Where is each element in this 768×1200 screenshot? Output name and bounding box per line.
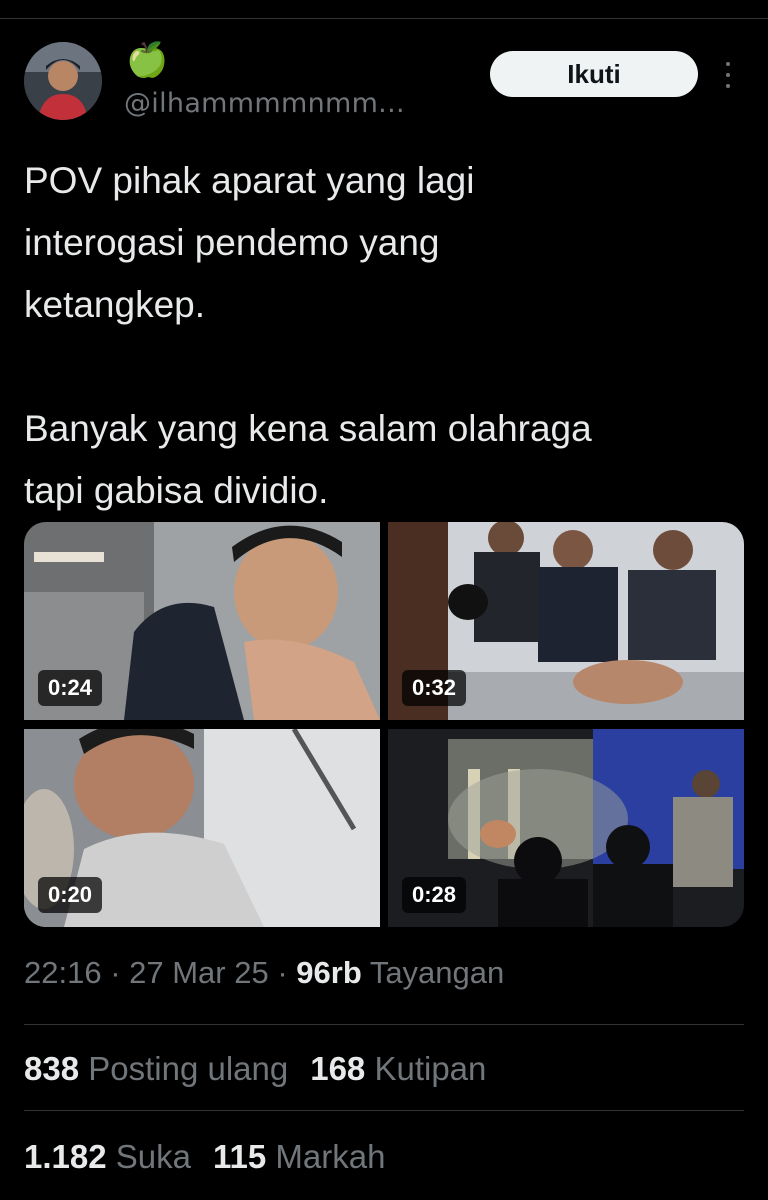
tweet-meta: 22:16 · 27 Mar 25 · 96rb Tayangan <box>24 955 504 991</box>
video-duration: 0:20 <box>38 877 103 913</box>
top-divider <box>0 18 768 19</box>
follow-button[interactable]: Ikuti <box>490 51 698 97</box>
display-name[interactable]: 🍏 <box>126 40 168 80</box>
bookmarks-label: Markah <box>266 1138 386 1175</box>
video-thumbnail[interactable]: 0:28 <box>388 729 744 927</box>
video-thumbnail[interactable]: 0:20 <box>24 729 380 927</box>
video-thumbnail[interactable]: 0:32 <box>388 522 744 720</box>
avatar-image <box>24 42 102 120</box>
meta-separator: · <box>268 955 297 990</box>
avatar[interactable] <box>24 42 102 120</box>
video-duration: 0:28 <box>402 877 467 913</box>
divider <box>24 1110 744 1111</box>
quotes-label: Kutipan <box>365 1050 487 1087</box>
bookmarks-link[interactable]: 115 Markah <box>213 1138 385 1175</box>
divider <box>24 1024 744 1025</box>
media-grid: 0:24 0:32 0:20 0:28 <box>24 522 744 927</box>
repost-quote-stats: 838 Posting ulang 168 Kutipan <box>24 1050 486 1088</box>
quotes-link[interactable]: 168 Kutipan <box>310 1050 486 1087</box>
tweet-date[interactable]: 27 Mar 25 <box>129 955 269 990</box>
user-handle[interactable]: @ilhammmmnmm... <box>124 88 405 119</box>
reposts-link[interactable]: 838 Posting ulang <box>24 1050 288 1087</box>
tweet-text: POV pihak aparat yang lagi interogasi pe… <box>24 150 744 522</box>
reposts-label: Posting ulang <box>79 1050 289 1087</box>
likes-link[interactable]: 1.182 Suka <box>24 1138 191 1175</box>
tweet-paragraph: Banyak yang kena salam olahraga tapi gab… <box>24 408 592 511</box>
bookmarks-count: 115 <box>212 1138 267 1175</box>
video-duration: 0:32 <box>402 670 467 706</box>
video-thumbnail[interactable]: 0:24 <box>24 522 380 720</box>
views-label: Tayangan <box>361 955 505 990</box>
more-vertical-icon[interactable] <box>716 58 740 92</box>
reposts-count: 838 <box>24 1050 80 1087</box>
likes-label: Suka <box>106 1138 191 1175</box>
like-bookmark-stats: 1.182 Suka 115 Markah <box>24 1138 385 1176</box>
tweet-paragraph: POV pihak aparat yang lagi interogasi pe… <box>24 160 475 325</box>
quotes-count: 168 <box>310 1050 366 1087</box>
views-count: 96rb <box>296 955 362 990</box>
likes-count: 1.182 <box>24 1138 107 1175</box>
tweet-time[interactable]: 22:16 <box>24 955 102 990</box>
video-duration: 0:24 <box>38 670 103 706</box>
meta-separator: · <box>101 955 130 990</box>
